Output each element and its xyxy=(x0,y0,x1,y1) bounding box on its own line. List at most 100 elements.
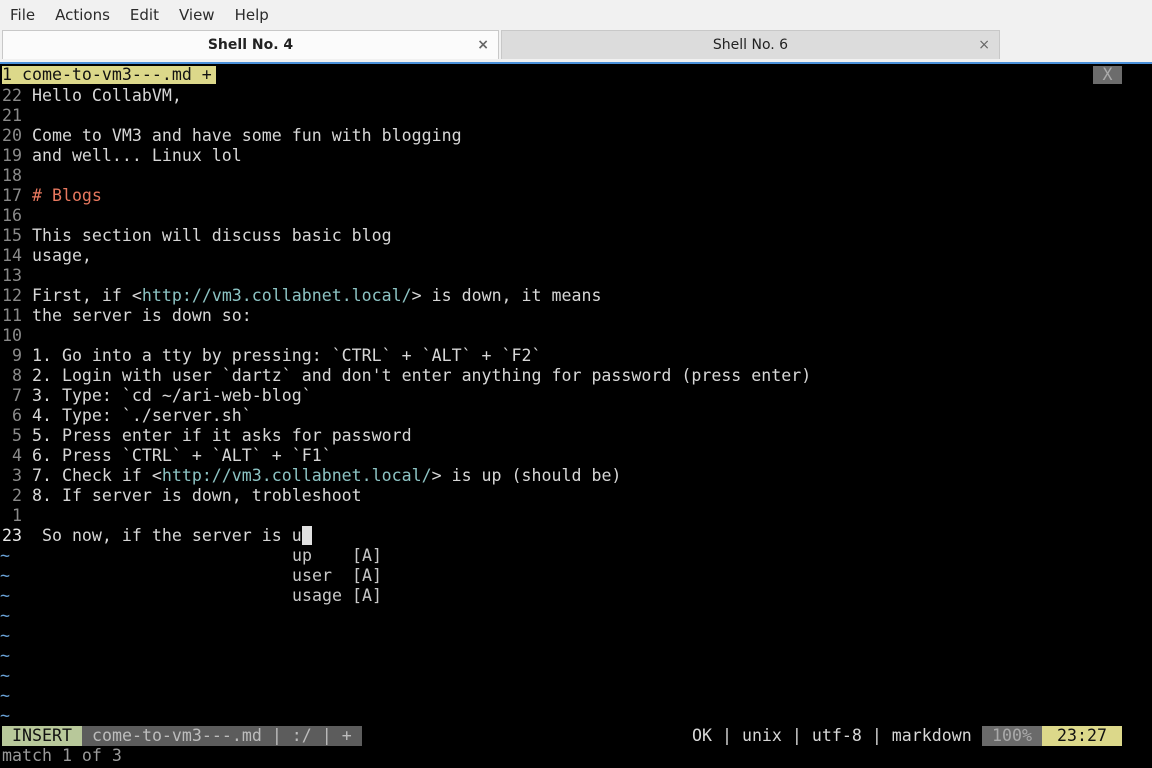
line-number: 5 xyxy=(2,426,22,445)
editor-line[interactable]: 8 2. Login with user `dartz` and don't e… xyxy=(2,366,811,386)
tab-shell-4[interactable]: Shell No. 4 × xyxy=(2,30,499,59)
line-number: 14 xyxy=(2,246,22,265)
empty-line-marker: ~ xyxy=(0,606,10,625)
line-number: 12 xyxy=(2,286,22,305)
editor-line[interactable]: 7 3. Type: `cd ~/ari-web-blog` xyxy=(2,386,312,406)
editor-line[interactable]: 14 usage, xyxy=(2,246,92,266)
line-text: 8. If server is down, trobleshoot xyxy=(31,486,362,505)
line-text: 5. Press enter if it asks for password xyxy=(31,426,412,445)
empty-line-marker: ~ xyxy=(0,626,10,645)
status-position: 23:27 xyxy=(1042,726,1122,746)
markdown-heading: # Blogs xyxy=(31,186,102,205)
line-number: 22 xyxy=(2,86,22,105)
completion-item[interactable]: up [A] xyxy=(292,546,382,566)
url-link[interactable]: http://vm3.collabnet.local/ xyxy=(162,466,432,485)
line-number: 9 xyxy=(2,346,22,365)
editor-line[interactable]: 3 7. Check if <http://vm3.collabnet.loca… xyxy=(2,466,621,486)
buffer-tab[interactable]: 1 come-to-vm3---.md + xyxy=(2,66,216,84)
empty-line-marker: ~ xyxy=(0,546,10,565)
message-line: match 1 of 3 xyxy=(2,746,122,765)
url-link[interactable]: http://vm3.collabnet.local/ xyxy=(142,286,412,305)
empty-line-marker: ~ xyxy=(0,706,10,725)
line-number: 10 xyxy=(2,326,22,345)
editor-line[interactable]: 5 5. Press enter if it asks for password xyxy=(2,426,412,446)
line-text: Come to VM3 and have some fun with blogg… xyxy=(31,126,462,145)
completion-word: usage xyxy=(292,586,342,605)
editor-line[interactable]: 1 xyxy=(2,506,32,526)
tab-shell-6[interactable]: Shell No. 6 × xyxy=(501,30,1000,59)
line-number: 19 xyxy=(2,146,22,165)
editor-line[interactable]: 15 This section will discuss basic blog xyxy=(2,226,392,246)
line-text: > is down, it means xyxy=(411,286,602,305)
line-text: This section will discuss basic blog xyxy=(31,226,392,245)
status-info: OK | unix | utf-8 | markdown xyxy=(692,726,972,745)
line-text: 6. Press `CTRL` + `ALT` + `F1` xyxy=(31,446,332,465)
completion-kind: [A] xyxy=(352,566,382,585)
empty-line-marker: ~ xyxy=(0,686,10,705)
completion-item[interactable]: user [A] xyxy=(292,566,382,586)
empty-line-marker: ~ xyxy=(0,666,10,685)
menu-edit[interactable]: Edit xyxy=(120,0,169,30)
buffer-close-button[interactable]: X xyxy=(1093,66,1122,84)
status-percent: 100% xyxy=(982,726,1042,746)
editor-line[interactable]: 13 xyxy=(2,266,32,286)
editor-line[interactable]: 17 # Blogs xyxy=(2,186,102,206)
current-line[interactable]: 23 So now, if the server is u xyxy=(2,526,312,546)
editor-line[interactable]: 18 xyxy=(2,166,32,186)
line-number: 1 xyxy=(2,506,22,525)
editor-line[interactable]: 22 Hello CollabVM, xyxy=(2,86,182,106)
completion-item[interactable]: usage [A] xyxy=(292,586,382,606)
line-text: 7. Check if < xyxy=(31,466,162,485)
mode-indicator: INSERT xyxy=(2,726,82,746)
editor-line[interactable]: 16 xyxy=(2,206,32,226)
line-text: the server is down so: xyxy=(31,306,252,325)
completion-word: up xyxy=(292,546,312,565)
line-text: So now, if the server is u xyxy=(41,526,302,545)
empty-line-marker: ~ xyxy=(0,586,10,605)
line-text: > is up (should be) xyxy=(431,466,622,485)
empty-line-marker: ~ xyxy=(0,566,10,585)
editor-line[interactable]: 9 1. Go into a tty by pressing: `CTRL` +… xyxy=(2,346,542,366)
line-number: 7 xyxy=(2,386,22,405)
editor-line[interactable]: 10 xyxy=(2,326,32,346)
line-text: and well... Linux lol xyxy=(31,146,242,165)
editor-line[interactable]: 20 Come to VM3 and have some fun with bl… xyxy=(2,126,462,146)
line-text: 2. Login with user `dartz` and don't ent… xyxy=(31,366,812,385)
editor-line[interactable]: 4 6. Press `CTRL` + `ALT` + `F1` xyxy=(2,446,332,466)
editor-line[interactable]: 6 4. Type: `./server.sh` xyxy=(2,406,252,426)
menu-actions[interactable]: Actions xyxy=(45,0,120,30)
line-number: 4 xyxy=(2,446,22,465)
close-icon[interactable]: × xyxy=(477,37,489,53)
editor-line[interactable]: 2 8. If server is down, trobleshoot xyxy=(2,486,362,506)
close-icon[interactable]: × xyxy=(978,37,990,53)
line-number: 21 xyxy=(2,106,22,125)
menu-bar: File Actions Edit View Help xyxy=(0,0,1152,30)
line-number: 6 xyxy=(2,406,22,425)
text-cursor xyxy=(301,526,312,545)
menu-file[interactable]: File xyxy=(0,0,45,30)
line-number: 11 xyxy=(2,306,22,325)
line-number: 23 xyxy=(2,526,22,545)
status-file: come-to-vm3---.md | :/ | + xyxy=(82,726,362,746)
line-text: 1. Go into a tty by pressing: `CTRL` + `… xyxy=(31,346,542,365)
menu-view[interactable]: View xyxy=(169,0,225,30)
line-number: 3 xyxy=(2,466,22,485)
editor-line[interactable]: 21 xyxy=(2,106,32,126)
line-number: 15 xyxy=(2,226,22,245)
menu-help[interactable]: Help xyxy=(225,0,279,30)
line-number: 18 xyxy=(2,166,22,185)
completion-kind: [A] xyxy=(352,546,382,565)
line-text: usage, xyxy=(31,246,92,265)
editor-line[interactable]: 19 and well... Linux lol xyxy=(2,146,242,166)
line-text: Hello CollabVM, xyxy=(31,86,182,105)
line-text: First, if < xyxy=(31,286,142,305)
editor-line[interactable]: 11 the server is down so: xyxy=(2,306,252,326)
line-number: 17 xyxy=(2,186,22,205)
tab-label: Shell No. 6 xyxy=(712,37,789,53)
editor-line[interactable]: 12 First, if <http://vm3.collabnet.local… xyxy=(2,286,601,306)
line-number: 13 xyxy=(2,266,22,285)
terminal[interactable]: 1 come-to-vm3---.md + X 22 Hello CollabV… xyxy=(0,62,1152,768)
line-text: 4. Type: `./server.sh` xyxy=(31,406,252,425)
completion-word: user xyxy=(292,566,332,585)
line-text: 3. Type: `cd ~/ari-web-blog` xyxy=(31,386,312,405)
